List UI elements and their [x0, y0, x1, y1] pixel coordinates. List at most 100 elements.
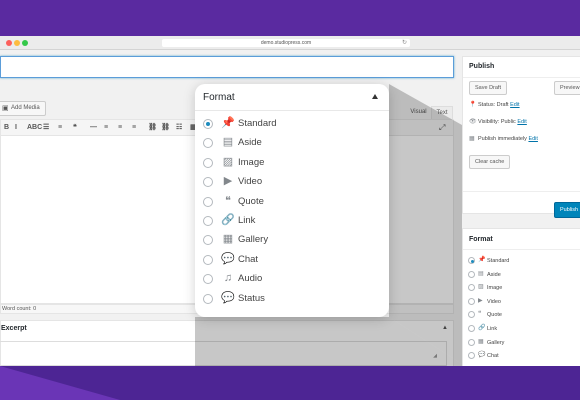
format-popup-title: Format: [203, 92, 235, 103]
resize-handle-icon[interactable]: ◢: [433, 353, 437, 359]
aside-icon: ▤: [222, 136, 234, 149]
media-icon: ▣: [2, 105, 9, 112]
radio-button[interactable]: [203, 293, 213, 304]
radio-button[interactable]: [203, 196, 213, 207]
sidebar-format-option-audio[interactable]: ♫Audio: [468, 364, 501, 366]
format-option-aside[interactable]: ▤ Aside: [203, 134, 383, 152]
format-metabox-title: Format: [469, 236, 493, 243]
format-option-label: Link: [487, 325, 498, 332]
radio-button[interactable]: [468, 284, 475, 292]
sidebar-format-option-link[interactable]: 🔗 Link: [468, 323, 497, 334]
excerpt-box: Excerpt ▲ ◢: [0, 320, 454, 366]
sidebar-format-option-aside[interactable]: ▤ Aside: [468, 269, 501, 280]
clear-cache-button[interactable]: Clear cache: [469, 155, 511, 169]
toolbar-button[interactable]: ⛓: [161, 123, 170, 133]
toolbar-button[interactable]: ≡: [132, 123, 136, 133]
radio-button[interactable]: [203, 138, 213, 149]
format-option-label: Link: [238, 215, 256, 226]
excerpt-title: Excerpt: [1, 325, 27, 332]
divider: [463, 249, 580, 250]
status-edit-link[interactable]: Edit: [510, 102, 519, 108]
format-popup-header[interactable]: Format: [195, 84, 389, 111]
format-option-chat[interactable]: 💬 Chat: [203, 251, 383, 269]
fullscreen-icon[interactable]: ⤢: [439, 123, 445, 133]
format-option-label: Image: [487, 285, 503, 292]
close-dot[interactable]: [6, 40, 12, 46]
pin-icon: 📍: [469, 102, 477, 108]
link-icon: 🔗: [478, 325, 486, 331]
radio-button[interactable]: [203, 235, 213, 246]
preview-button[interactable]: Preview: [554, 81, 580, 95]
eye-icon: 👁: [469, 119, 477, 125]
radio-button[interactable]: [203, 216, 213, 226]
sidebar-format-option-chat[interactable]: 💬 Chat: [468, 350, 499, 361]
radio-button[interactable]: [468, 352, 475, 360]
add-media-button[interactable]: ▣ Add Media: [0, 101, 46, 116]
sidebar-format-option-quote[interactable]: ❝ Quote: [468, 309, 502, 320]
address-bar[interactable]: demo.studiopress.com: [162, 39, 410, 47]
format-option-quote[interactable]: ❝ Quote: [203, 193, 383, 211]
publish-button[interactable]: Publish: [554, 202, 580, 218]
format-option-label: Audio: [238, 273, 263, 285]
radio-button[interactable]: [203, 157, 213, 168]
tab-text[interactable]: Text: [431, 106, 453, 119]
aside-icon: ▤: [478, 270, 484, 277]
radio-button[interactable]: [203, 274, 213, 285]
toolbar-button[interactable]: ⛓: [148, 123, 157, 133]
sidebar-format-option-gallery[interactable]: ▦ Gallery: [468, 337, 504, 348]
format-option-link[interactable]: 🔗 Link: [203, 212, 383, 230]
format-option-gallery[interactable]: ▦ Gallery: [203, 231, 383, 249]
radio-button[interactable]: [468, 311, 475, 319]
format-option-label: Quote: [238, 195, 264, 207]
format-option-label: Chat: [238, 253, 259, 265]
toolbar-button[interactable]: I: [15, 123, 17, 133]
status-label: Status: Draft: [478, 102, 509, 108]
sidebar-format-option-video[interactable]: ▶ Video: [468, 296, 501, 307]
format-option-label: Quote: [487, 312, 502, 319]
divider: [463, 77, 580, 78]
browser-titlebar: demo.studiopress.com ↻: [0, 36, 580, 50]
radio-button[interactable]: [468, 270, 475, 278]
format-option-label: Standard: [238, 118, 277, 129]
save-draft-button[interactable]: Save Draft: [469, 81, 507, 95]
chat-icon: 💬: [221, 252, 235, 265]
format-option-video[interactable]: ▶ Video: [203, 173, 383, 191]
format-popup: Format 📌 Standard ▤ Aside ▨ Image ▶ Video ❝ Quote…: [195, 84, 389, 317]
toolbar-button[interactable]: ≡: [118, 123, 122, 133]
maximize-dot[interactable]: [22, 40, 28, 46]
radio-button[interactable]: [468, 338, 475, 346]
toolbar-button[interactable]: ☷: [176, 123, 182, 133]
visibility-edit-link[interactable]: Edit: [517, 119, 526, 125]
radio-button[interactable]: [468, 257, 475, 264]
divider: [463, 191, 580, 192]
collapse-icon[interactable]: [372, 94, 378, 99]
toolbar-button[interactable]: ABC: [27, 123, 42, 133]
toolbar-button[interactable]: B: [4, 123, 9, 133]
radio-button[interactable]: [203, 119, 213, 129]
radio-button[interactable]: [468, 297, 475, 305]
excerpt-textarea[interactable]: ◢: [0, 341, 447, 366]
radio-button[interactable]: [203, 254, 213, 265]
toolbar-button[interactable]: ☰: [43, 123, 49, 133]
toolbar-button[interactable]: —: [90, 123, 97, 133]
toolbar-button[interactable]: ≡: [104, 123, 108, 133]
schedule-edit-link[interactable]: Edit: [528, 136, 537, 142]
radio-button[interactable]: [203, 177, 213, 188]
toolbar-button[interactable]: ≡: [58, 123, 62, 133]
format-option-label: Aside: [238, 137, 262, 149]
format-option-audio[interactable]: ♫ Audio: [203, 270, 383, 288]
radio-button[interactable]: [468, 325, 475, 332]
sidebar-format-option-standard[interactable]: 📌 Standard: [468, 255, 509, 266]
format-option-image[interactable]: ▨ Image: [203, 154, 383, 172]
format-option-label: Gallery: [238, 234, 269, 246]
collapse-icon[interactable]: ▲: [442, 325, 448, 331]
format-option-standard[interactable]: 📌 Standard: [203, 115, 383, 133]
link-icon: 🔗: [221, 214, 235, 226]
minimize-dot[interactable]: [14, 40, 20, 46]
toolbar-button[interactable]: ❝: [73, 123, 77, 133]
sidebar-format-option-image[interactable]: ▨ Image: [468, 282, 502, 293]
format-option-status[interactable]: 💬 Status: [203, 290, 383, 308]
post-title-input[interactable]: [0, 56, 454, 78]
tab-visual[interactable]: Visual: [406, 106, 431, 119]
reload-icon[interactable]: ↻: [402, 39, 407, 47]
